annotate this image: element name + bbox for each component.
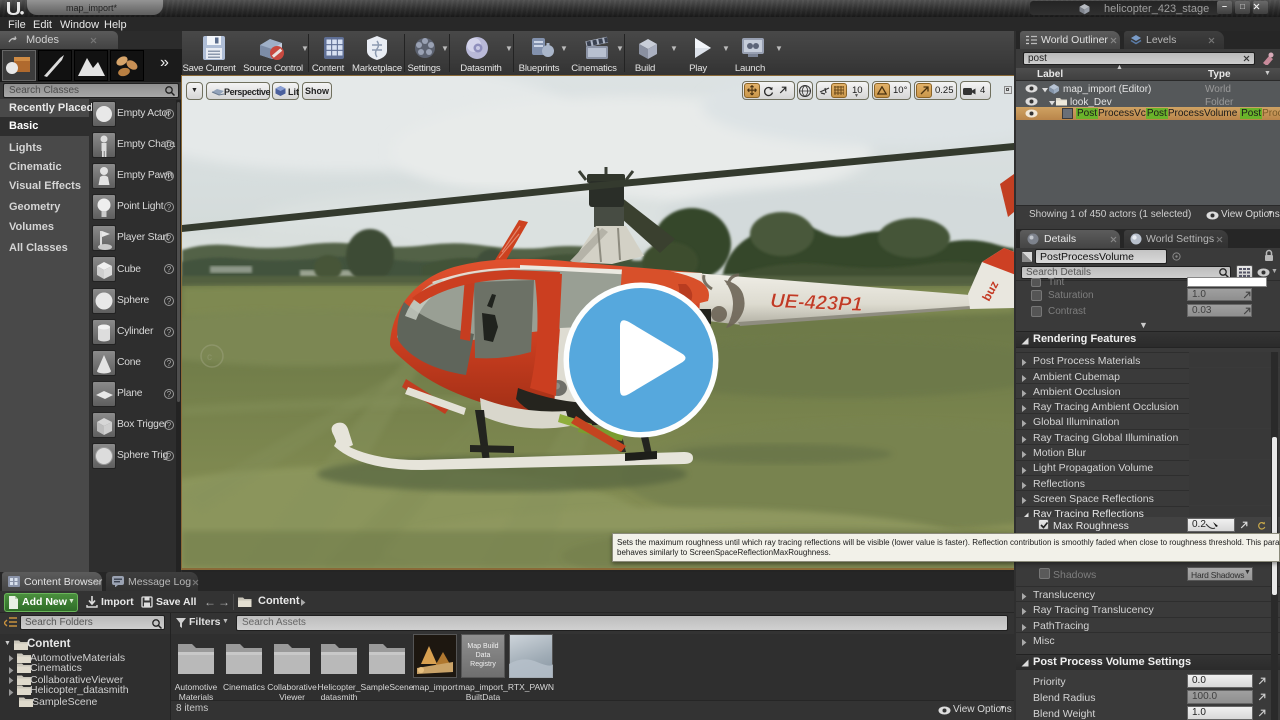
svg-text:UE-423P1: UE-423P1 (770, 290, 863, 316)
svg-text:c: c (207, 352, 212, 363)
